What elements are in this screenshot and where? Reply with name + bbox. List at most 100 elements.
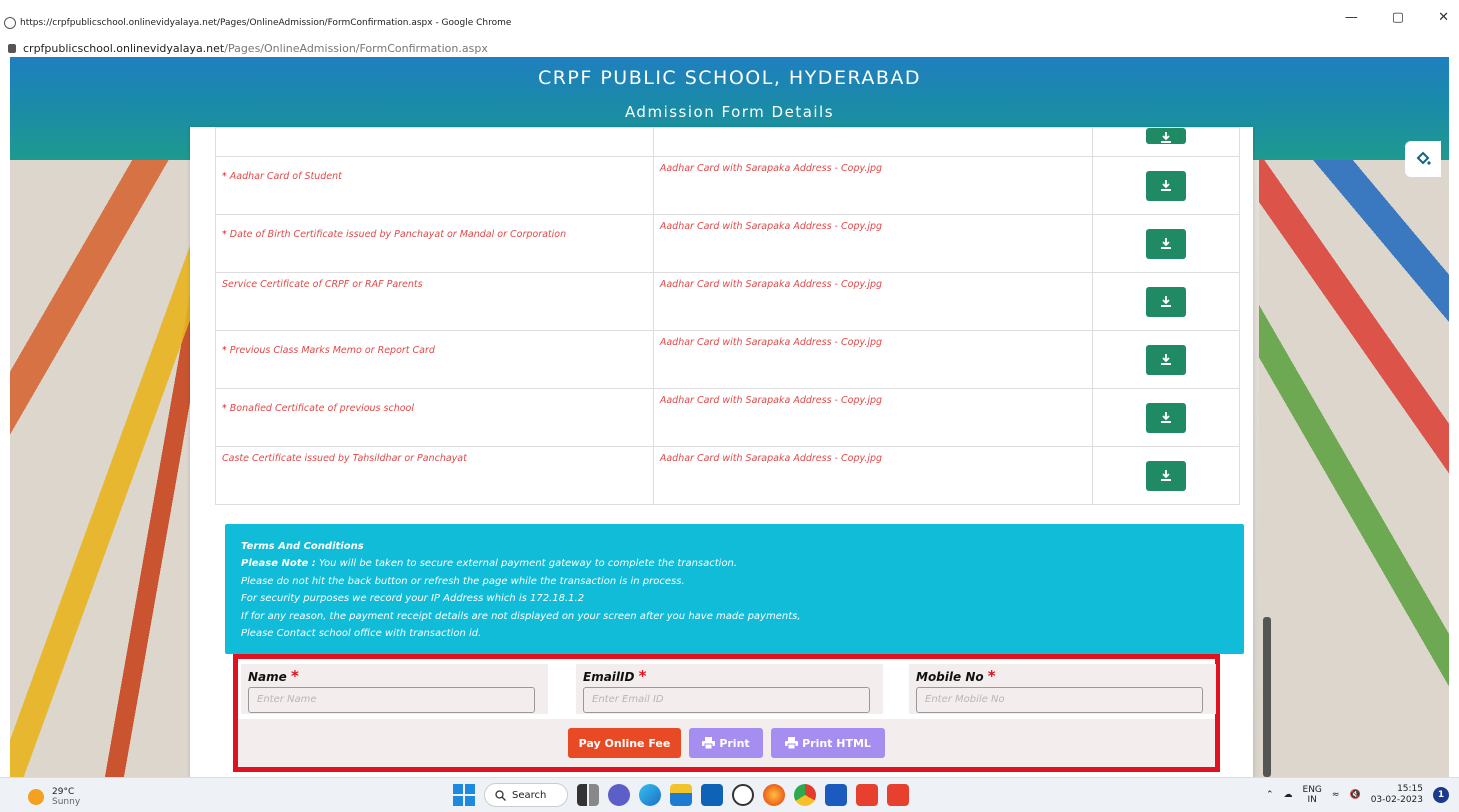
address-bar[interactable]: crpfpublicschool.onlinevidyalaya.net /Pa… bbox=[0, 40, 1459, 57]
mail-icon[interactable] bbox=[701, 784, 723, 806]
terms-note: Please Note : You will be taken to secur… bbox=[241, 555, 1228, 572]
document-file-name: Aadhar Card with Sarapaka Address - Copy… bbox=[659, 163, 883, 174]
document-row: * Previous Class Marks Memo or Report Ca… bbox=[215, 330, 1241, 389]
email-input[interactable]: Enter Email ID bbox=[583, 687, 870, 713]
document-file-name: Aadhar Card with Sarapaka Address - Copy… bbox=[659, 453, 883, 464]
email-label: EmailID * bbox=[583, 667, 647, 685]
download-icon bbox=[1160, 354, 1171, 365]
name-label: Name * bbox=[248, 667, 299, 685]
download-icon bbox=[1160, 238, 1171, 249]
print-html-button[interactable]: Print HTML bbox=[771, 728, 885, 758]
download-button[interactable] bbox=[1145, 345, 1186, 375]
firefox-icon[interactable] bbox=[763, 784, 785, 806]
document-row bbox=[215, 127, 1241, 157]
mobile-field: Mobile No * Enter Mobile No bbox=[909, 664, 1216, 714]
clock[interactable]: 15:15 03-02-2023 bbox=[1371, 784, 1423, 806]
paint-bucket-icon[interactable] bbox=[1405, 141, 1441, 177]
windows-taskbar: 29°C Sunny Search ⌃ ☁ ENG IN ≈ 🔇 15:15 0… bbox=[0, 777, 1459, 812]
task-view-icon[interactable] bbox=[577, 784, 599, 806]
required-marker: * bbox=[290, 667, 299, 685]
document-name-cell: * Previous Class Marks Memo or Report Ca… bbox=[215, 330, 654, 389]
wifi-icon[interactable]: ≈ bbox=[1332, 790, 1340, 800]
document-file-cell: Aadhar Card with Sarapaka Address - Copy… bbox=[652, 388, 1093, 447]
required-marker: * bbox=[222, 403, 227, 414]
document-name-cell bbox=[215, 127, 654, 157]
document-file-name: Aadhar Card with Sarapaka Address - Copy… bbox=[659, 337, 883, 348]
document-row: Caste Certificate issued by Tahsildhar o… bbox=[215, 446, 1241, 505]
download-icon bbox=[1160, 180, 1171, 191]
windows-start-icon[interactable] bbox=[453, 784, 475, 806]
background-crayons-left bbox=[10, 57, 200, 777]
terms-line: Please Contact school office with transa… bbox=[241, 628, 482, 640]
download-cell bbox=[1091, 330, 1241, 389]
download-button[interactable] bbox=[1145, 403, 1186, 433]
anydesk-icon[interactable] bbox=[856, 784, 878, 806]
download-icon bbox=[1160, 470, 1171, 481]
mobile-input[interactable]: Enter Mobile No bbox=[916, 687, 1203, 713]
weather-widget[interactable]: 29°C Sunny bbox=[28, 787, 80, 807]
document-name-cell: * Date of Birth Certificate issued by Pa… bbox=[215, 214, 654, 273]
terms-note-label: Please Note : bbox=[241, 558, 316, 570]
document-file-name: Aadhar Card with Sarapaka Address - Copy… bbox=[659, 221, 883, 232]
document-row: * Aadhar Card of Student Aadhar Card with… bbox=[215, 156, 1241, 215]
email-field: EmailID * Enter Email ID bbox=[576, 664, 883, 714]
form-buttons: Pay Online Fee Print Print HTML bbox=[238, 719, 1215, 767]
document-file-cell: Aadhar Card with Sarapaka Address - Copy… bbox=[652, 156, 1093, 215]
download-cell bbox=[1091, 388, 1241, 447]
document-row: Service Certificate of CRPF or RAF Paren… bbox=[215, 272, 1241, 331]
document-file-cell: Aadhar Card with Sarapaka Address - Copy… bbox=[652, 446, 1093, 505]
download-cell bbox=[1091, 156, 1241, 215]
teams-chat-icon[interactable] bbox=[608, 784, 630, 806]
document-file-cell bbox=[652, 127, 1093, 157]
file-explorer-icon[interactable] bbox=[670, 784, 692, 806]
word-icon[interactable] bbox=[825, 784, 847, 806]
document-name: Date of Birth Certificate issued by Panc… bbox=[229, 229, 567, 240]
chrome-icon[interactable] bbox=[794, 784, 816, 806]
required-marker: * bbox=[222, 171, 227, 182]
download-cell bbox=[1091, 214, 1241, 273]
pay-online-fee-button[interactable]: Pay Online Fee bbox=[568, 728, 681, 758]
restore-icon[interactable]: ▢ bbox=[1392, 10, 1404, 25]
close-icon[interactable]: ✕ bbox=[1438, 10, 1449, 25]
document-name-cell: * Bonafied Certificate of previous schoo… bbox=[215, 388, 654, 447]
notification-badge[interactable]: 1 bbox=[1433, 787, 1449, 803]
document-name-cell: Caste Certificate issued by Tahsildhar o… bbox=[215, 446, 654, 505]
download-button[interactable] bbox=[1145, 461, 1186, 491]
taskbar-apps: Search bbox=[453, 783, 909, 807]
language-indicator[interactable]: ENG IN bbox=[1303, 785, 1322, 805]
date: 03-02-2023 bbox=[1370, 795, 1423, 805]
download-button[interactable] bbox=[1145, 287, 1186, 317]
document-file-cell: Aadhar Card with Sarapaka Address - Copy… bbox=[652, 330, 1093, 389]
anydesk-icon[interactable] bbox=[887, 784, 909, 806]
document-row: * Date of Birth Certificate issued by Pa… bbox=[215, 214, 1241, 273]
document-name: Caste Certificate issued by Tahsildhar o… bbox=[222, 453, 467, 464]
dell-icon[interactable] bbox=[732, 784, 754, 806]
temperature: 29°C bbox=[52, 787, 75, 797]
download-button[interactable] bbox=[1145, 229, 1186, 259]
taskbar-search[interactable]: Search bbox=[484, 783, 568, 807]
printer-icon bbox=[702, 737, 716, 749]
page-scrollbar-thumb[interactable] bbox=[1263, 617, 1271, 777]
download-icon bbox=[1160, 296, 1171, 307]
document-row: * Bonafied Certificate of previous schoo… bbox=[215, 388, 1241, 447]
print-button[interactable]: Print bbox=[689, 728, 763, 758]
window-title: https://crpfpublicschool.onlinevidyalaya… bbox=[4, 14, 511, 32]
terms-and-conditions: Terms And Conditions Please Note : You w… bbox=[225, 524, 1244, 654]
required-marker: * bbox=[222, 345, 227, 356]
terms-line: Please do not hit the back button or ref… bbox=[241, 575, 685, 587]
download-button[interactable] bbox=[1145, 171, 1186, 201]
chevron-up-icon[interactable]: ⌃ bbox=[1266, 790, 1274, 800]
name-input[interactable]: Enter Name bbox=[248, 687, 535, 713]
mobile-label: Mobile No * bbox=[916, 667, 996, 685]
url-path: /Pages/OnlineAdmission/FormConfirmation.… bbox=[224, 42, 488, 55]
download-button[interactable] bbox=[1145, 128, 1186, 144]
admission-details-card: * Aadhar Card of Student Aadhar Card with… bbox=[190, 127, 1253, 777]
cloud-icon[interactable]: ☁ bbox=[1284, 790, 1293, 800]
edge-icon[interactable] bbox=[639, 784, 661, 806]
download-cell bbox=[1091, 127, 1241, 157]
speaker-muted-icon[interactable]: 🔇 bbox=[1349, 790, 1360, 800]
minimize-icon[interactable]: — bbox=[1345, 10, 1358, 25]
weather-condition: Sunny bbox=[52, 797, 81, 807]
document-file-name: Aadhar Card with Sarapaka Address - Copy… bbox=[659, 395, 883, 406]
browser-title-bar: https://crpfpublicschool.onlinevidyalaya… bbox=[0, 0, 1459, 40]
